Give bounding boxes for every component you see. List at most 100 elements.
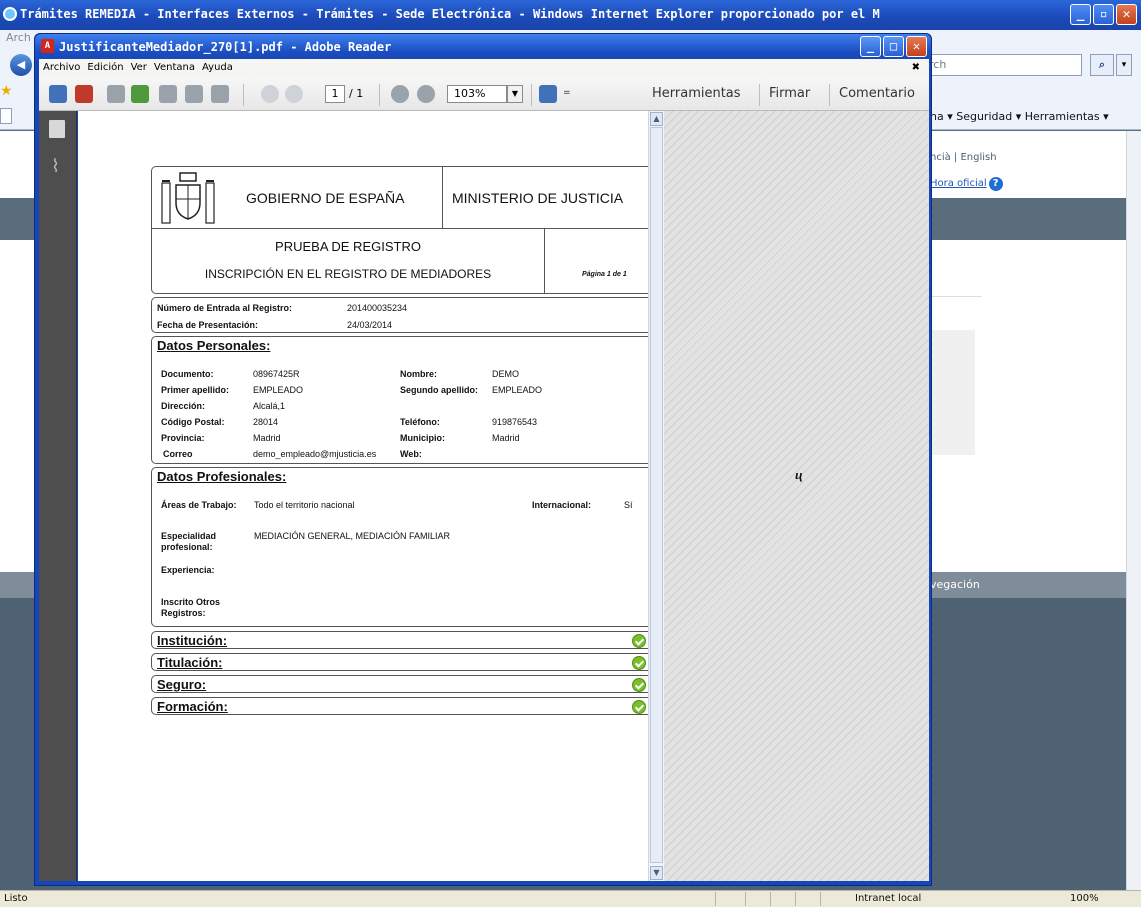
scroll-down-icon[interactable]: ▼ [650,866,663,880]
edit-icon[interactable] [107,85,125,103]
cp-label: Código Postal: [161,417,225,427]
otros-registros-label-2: Registros: [161,608,206,618]
back-icon[interactable]: ◀ [10,54,32,76]
share-icon[interactable] [131,85,149,103]
formacion-title: Formación: [157,699,228,714]
fecha-label: Fecha de Presentación: [157,320,259,330]
page-number-input[interactable]: 1 [325,85,345,103]
document-vertical-scrollbar[interactable]: ▲ ▼ [648,111,664,881]
next-page-icon[interactable] [285,85,303,103]
attachments-paperclip-icon[interactable]: ⌇ [51,156,60,177]
institucion-section[interactable]: Institución: [151,631,659,649]
correo-value: demo_empleado@mjusticia.es [253,449,377,459]
site-language-links[interactable]: ncià | English [930,152,997,163]
email-icon[interactable] [211,85,229,103]
ie-command-bar[interactable]: na ▾ Seguridad ▾ Herramientas ▾ [930,110,1109,123]
check-icon [632,700,646,714]
reader-toolbar: 1 / 1 103% ▼ = Herramientas Firmar Comen… [39,77,929,111]
reader-close-button[interactable]: ✕ [906,36,927,57]
especialidad-label: Especialidad [161,531,217,541]
scroll-up-icon[interactable]: ▲ [650,112,663,126]
otros-registros-label: Inscrito Otros [161,597,221,607]
zoom-dropdown-icon[interactable]: ▼ [507,85,523,103]
herramientas-link[interactable]: Herramientas [652,86,741,101]
menu-close-icon[interactable]: ✖ [912,59,920,77]
institucion-title: Institución: [157,633,228,648]
datos-personales-box: Datos Personales: Documento: 08967425R N… [151,336,659,464]
site-hora-oficial-link[interactable]: Hora oficial? [930,177,1003,191]
check-icon [632,656,646,670]
print-icon[interactable] [185,85,203,103]
menu-ayuda[interactable]: Ayuda [202,59,233,77]
check-icon [632,634,646,648]
page-thumbnails-icon[interactable] [49,120,65,138]
seguro-section[interactable]: Seguro: [151,675,659,693]
comentario-link[interactable]: Comentario [839,86,915,101]
help-icon[interactable]: ? [988,177,1003,191]
menu-ventana[interactable]: Ventana [154,59,195,77]
ie-title-bar: Trámites REMEDIA - Interfaces Externos -… [0,0,1141,30]
hora-oficial-label[interactable]: Hora oficial [930,178,987,189]
menu-ver[interactable]: Ver [131,59,147,77]
apellido1-label: Primer apellido: [161,385,230,395]
documento-value: 08967425R [253,369,300,379]
site-grey-panel [930,330,975,455]
form-header: GOBIERNO DE ESPAÑA MINISTERIO DE JUSTICI… [151,166,659,294]
zoom-input[interactable]: 103% [447,85,507,103]
justificante-form: GOBIERNO DE ESPAÑA MINISTERIO DE JUSTICI… [151,166,659,715]
pagina-label: Página 1 de 1 [582,271,627,278]
gobierno-label: GOBIERNO DE ESPAÑA [246,190,405,206]
titulacion-section[interactable]: Titulación: [151,653,659,671]
empty-document-area [664,111,929,881]
document-page: GOBIERNO DE ESPAÑA MINISTERIO DE JUSTICI… [78,111,659,881]
search-icon[interactable]: ⌕ [1090,54,1114,76]
experiencia-label: Experiencia: [161,565,215,575]
fit-window-icon[interactable] [539,85,557,103]
pdf-icon: A [41,39,54,53]
site-nav-label[interactable]: vegación [930,578,980,591]
formacion-section[interactable]: Formación: [151,697,659,715]
scroll-thumb[interactable] [650,127,663,863]
ie-maximize-button[interactable]: ▫ [1093,4,1114,25]
save-icon[interactable] [159,85,177,103]
menu-archivo[interactable]: Archivo [43,59,80,77]
ie-close-button[interactable]: ✕ [1116,4,1137,25]
firmar-link[interactable]: Firmar [769,86,810,101]
direccion-value: Alcalá,1 [253,401,286,411]
entrada-label: Número de Entrada al Registro: [157,303,293,313]
search-options-icon[interactable]: ▾ [1116,54,1132,76]
titulacion-title: Titulación: [157,655,223,670]
telefono-label: Teléfono: [400,417,440,427]
ie-logo-icon [3,7,17,21]
datos-personales-title: Datos Personales: [157,338,271,353]
web-label: Web: [400,449,422,459]
zoom-out-icon[interactable] [391,85,409,103]
ie-minimize-button[interactable]: _ [1070,4,1091,25]
previous-page-icon[interactable] [261,85,279,103]
customize-toolbar-icon[interactable]: = [563,88,571,98]
create-pdf-icon[interactable] [49,85,67,103]
favorites-star-icon[interactable]: ★ [0,83,13,99]
datos-profesionales-box: Datos Profesionales: Áreas de Trabajo: T… [151,467,659,627]
ministerio-label: MINISTERIO DE JUSTICIA [452,190,624,206]
ie-status-bar: Listo Intranet local 100% [0,890,1141,907]
menu-edicion[interactable]: Edición [87,59,123,77]
apellido2-label: Segundo apellido: [400,385,478,395]
ie-search-input[interactable]: rch [924,54,1082,76]
security-zone-label: Intranet local [855,893,922,904]
zoom-in-icon[interactable] [417,85,435,103]
nombre-label: Nombre: [400,369,438,379]
ie-vertical-scrollbar[interactable] [1126,131,1141,890]
nombre-value: DEMO [492,369,519,379]
zoom-level[interactable]: 100% [1070,893,1099,904]
municipio-label: Municipio: [400,433,445,443]
correo-label: Correo [163,449,193,459]
apellido1-value: EMPLEADO [253,385,304,395]
reader-minimize-button[interactable]: _ [860,36,881,57]
ie-menu-archivo[interactable]: Arch [6,31,31,44]
quick-tabs-icon[interactable] [0,108,12,124]
direccion-label: Dirección: [161,401,206,411]
convert-pdf-icon[interactable] [75,85,93,103]
reader-maximize-button[interactable]: □ [883,36,904,57]
internacional-label: Internacional: [532,500,592,510]
